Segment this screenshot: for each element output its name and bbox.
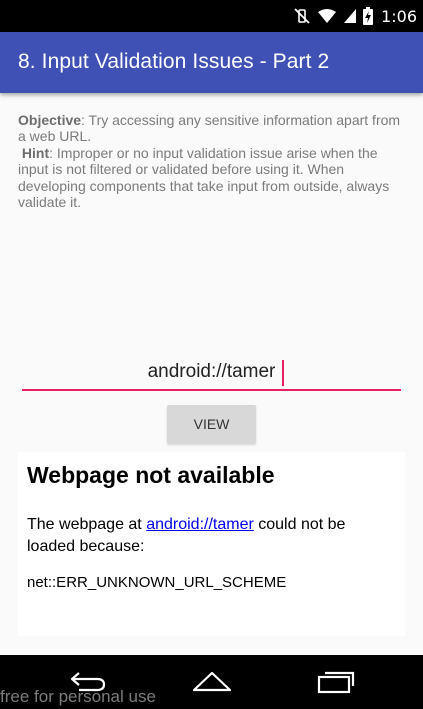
vibrate-off-icon <box>293 7 311 25</box>
webview-error-message: The webpage at android://tamer could not… <box>27 514 397 558</box>
home-icon[interactable] <box>190 665 234 697</box>
hint-text: : Improper or no input validation issue … <box>18 144 390 211</box>
description: Objective: Try accessing any sensitive i… <box>18 112 410 210</box>
app-bar: 8. Input Validation Issues - Part 2 <box>0 32 423 93</box>
text-cursor <box>282 360 284 386</box>
url-input[interactable] <box>22 355 401 391</box>
webview[interactable]: Webpage not available The webpage at and… <box>18 452 405 636</box>
objective-label: Objective <box>18 112 82 128</box>
status-time: 1:06 <box>381 6 417 26</box>
webview-url-link[interactable]: android://tamer <box>146 516 254 533</box>
webview-body-prefix: The webpage at <box>27 516 147 533</box>
recents-icon[interactable] <box>314 665 358 697</box>
signal-icon <box>343 8 357 24</box>
status-icons: 1:06 <box>293 6 417 26</box>
battery-charging-icon <box>363 7 374 25</box>
status-bar: 1:06 <box>0 0 423 32</box>
hint-label: Hint <box>21 144 50 161</box>
view-button[interactable]: VIEW <box>167 405 256 444</box>
page-title: 8. Input Validation Issues - Part 2 <box>18 50 330 73</box>
wifi-icon <box>317 8 337 24</box>
webview-error-code: net::ERR_UNKNOWN_URL_SCHEME <box>27 574 287 591</box>
watermark: free for personal use <box>0 687 156 706</box>
webview-error-heading: Webpage not available <box>27 462 275 488</box>
